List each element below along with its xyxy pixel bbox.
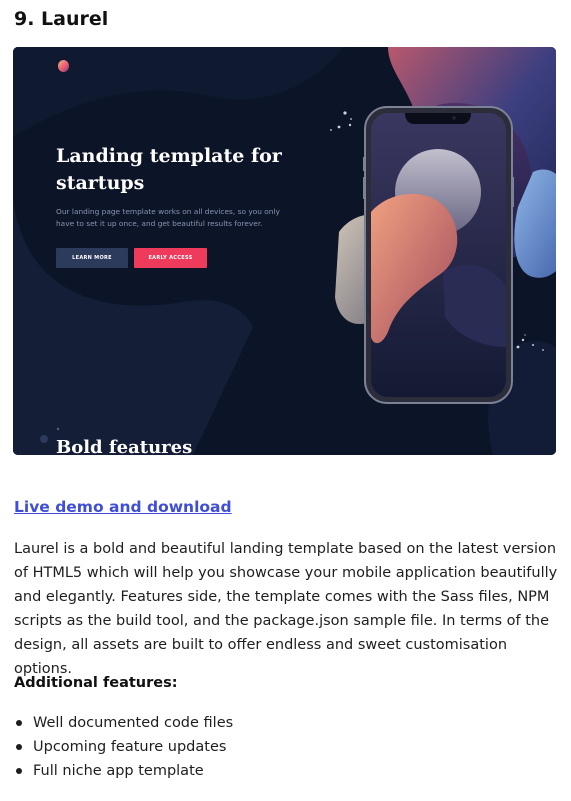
features-list: Well documented code files Upcoming feat… [14,711,233,783]
list-item: Full niche app template [14,759,233,783]
preview-section-heading: Bold features [56,437,193,455]
preview-title: Landing template for startups [56,145,282,194]
logo-icon [58,60,69,72]
list-item: Upcoming feature updates [14,735,233,759]
live-demo-link[interactable]: Live demo and download [14,498,232,516]
template-preview-image[interactable]: Landing template for startups Our landin… [13,47,556,455]
learn-more-button: LEARN MORE [56,248,128,268]
early-access-button: EARLY ACCESS [134,248,207,268]
list-item: Well documented code files [14,711,233,735]
bullet-icon [16,744,22,750]
feature-text: Full niche app template [33,763,204,779]
article-heading: 9. Laurel [14,8,109,30]
article-description: Laurel is a bold and beautiful landing t… [14,541,558,677]
bullet-icon [16,720,22,726]
preview-subtitle: Our landing page template works on all d… [56,207,280,228]
feature-text: Upcoming feature updates [33,739,227,755]
features-heading: Additional features: [14,675,178,691]
bullet-icon [16,768,22,774]
feature-text: Well documented code files [33,715,234,731]
